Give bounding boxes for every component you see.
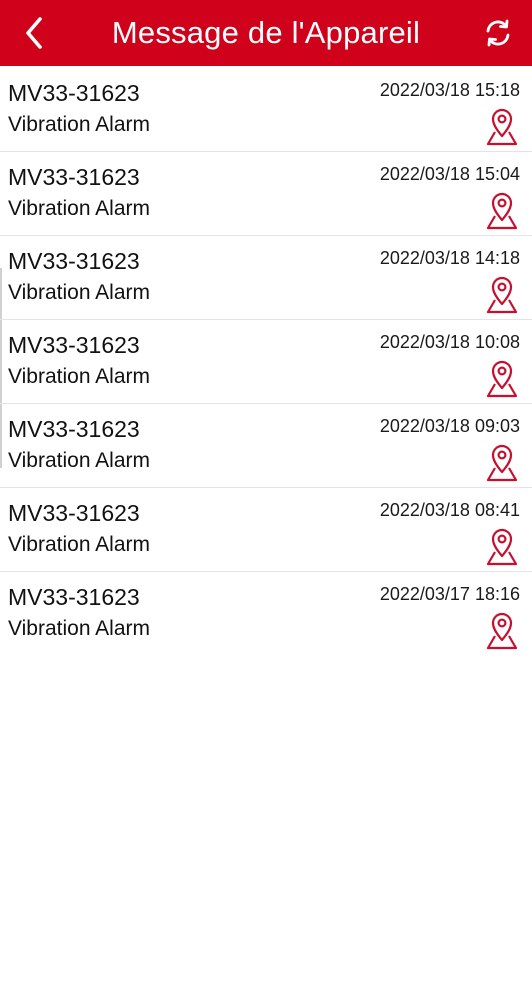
map-pin-icon[interactable] xyxy=(484,610,520,650)
timestamp: 2022/03/18 10:08 xyxy=(379,332,520,352)
alarm-type: Vibration Alarm xyxy=(8,197,151,220)
alarm-type: Vibration Alarm xyxy=(8,617,151,640)
chevron-left-icon xyxy=(26,17,42,49)
timestamp: 2022/03/18 15:04 xyxy=(379,164,520,184)
list-item[interactable]: MV33-31623 Vibration Alarm 2022/03/18 15:1… xyxy=(0,68,532,152)
list-item[interactable]: MV33-31623 Vibration Alarm 2022/03/18 15:0… xyxy=(0,152,532,236)
device-name: MV33-31623 xyxy=(8,164,140,190)
device-name: MV33-31623 xyxy=(8,584,140,610)
list-item[interactable]: MV33-31623 Vibration Alarm 2022/03/18 09:0… xyxy=(0,404,532,488)
device-name: MV33-31623 xyxy=(8,248,140,274)
list-item[interactable]: MV33-31623 Vibration Alarm 2022/03/17 18:1… xyxy=(0,572,532,655)
timestamp: 2022/03/18 15:18 xyxy=(379,80,520,100)
map-pin-icon[interactable] xyxy=(484,106,520,146)
map-pin-icon[interactable] xyxy=(484,526,520,566)
timestamp: 2022/03/18 14:18 xyxy=(379,248,520,268)
alarm-type: Vibration Alarm xyxy=(8,533,151,556)
message-list: MV33-31623 Vibration Alarm 2022/03/18 15:1… xyxy=(0,68,532,655)
list-item[interactable]: MV33-31623 Vibration Alarm 2022/03/18 10:0… xyxy=(0,320,532,404)
device-name: MV33-31623 xyxy=(8,416,140,442)
app-header: Message de l'Appareil xyxy=(0,0,532,66)
refresh-icon xyxy=(486,19,510,47)
back-button[interactable] xyxy=(14,13,54,53)
device-name: MV33-31623 xyxy=(8,80,140,106)
alarm-type: Vibration Alarm xyxy=(8,365,151,388)
alarm-type: Vibration Alarm xyxy=(8,281,151,304)
refresh-button[interactable] xyxy=(478,13,518,53)
map-pin-icon[interactable] xyxy=(484,190,520,230)
list-item[interactable]: MV33-31623 Vibration Alarm 2022/03/18 08:4… xyxy=(0,488,532,572)
timestamp: 2022/03/18 08:41 xyxy=(379,500,520,520)
timestamp: 2022/03/18 09:03 xyxy=(379,416,520,436)
alarm-type: Vibration Alarm xyxy=(8,449,151,472)
map-pin-icon[interactable] xyxy=(484,358,520,398)
timestamp: 2022/03/17 18:16 xyxy=(379,584,520,604)
device-name: MV33-31623 xyxy=(8,332,140,358)
map-pin-icon[interactable] xyxy=(484,274,520,314)
page-title: Message de l'Appareil xyxy=(111,15,421,50)
map-pin-icon[interactable] xyxy=(484,442,520,482)
alarm-type: Vibration Alarm xyxy=(8,113,151,136)
list-item[interactable]: MV33-31623 Vibration Alarm 2022/03/18 14:1… xyxy=(0,236,532,320)
device-name: MV33-31623 xyxy=(8,500,140,526)
